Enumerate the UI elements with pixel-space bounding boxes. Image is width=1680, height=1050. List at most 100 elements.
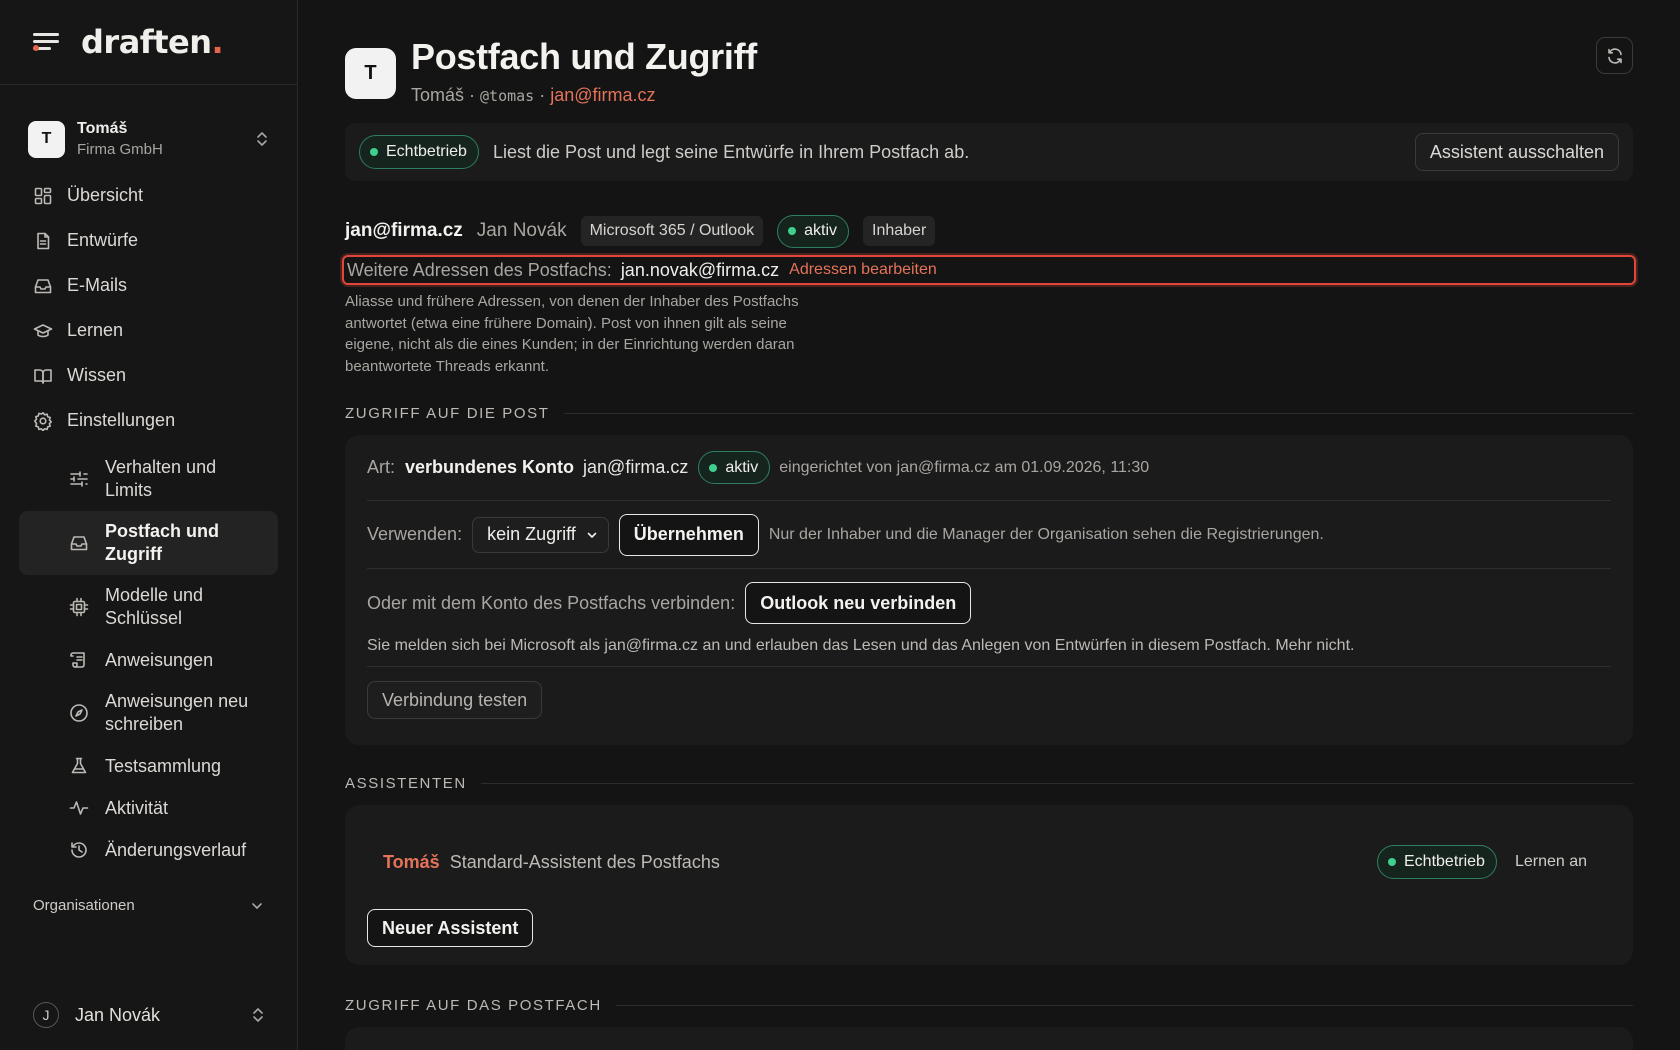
select-value: kein Zugriff (487, 524, 576, 544)
mailbox-summary: jan@firma.cz Jan Novák Microsoft 365 / O… (345, 214, 1633, 248)
sidebar-item-label: Übersicht (67, 185, 144, 205)
edit-addresses-link[interactable]: Adressen bearbeiten (789, 261, 937, 279)
additional-addresses-row: Weitere Adressen des Postfachs: jan.nova… (342, 255, 1636, 285)
settings-subnav: Verhalten und Limits Postfach und Zugrif… (0, 447, 297, 871)
section-heading-mailbox-access: ZUGRIFF AUF DAS POSTFACH (345, 995, 1633, 1015)
mail-access-card: Art: verbundenes Konto jan@firma.cz akti… (345, 435, 1633, 745)
banner-text: Liest die Post und legt seine Entwürfe i… (492, 141, 970, 162)
status-badge: aktiv (777, 214, 849, 248)
sidebar-item-testsammlung[interactable]: Testsammlung (19, 745, 278, 787)
new-assistant-button[interactable]: Neuer Assistent (367, 909, 534, 947)
list-item[interactable]: Tomáš Standard-Assistent des Postfachs E… (383, 845, 1587, 879)
refresh-button[interactable] (1596, 37, 1633, 74)
sidebar-item-verhalten[interactable]: Verhalten und Limits (19, 447, 278, 511)
sidebar-item-emails[interactable]: E-Mails (0, 263, 297, 308)
access-use-row: Verwenden: kein Zugriff Übernehmen Nur d… (367, 501, 1611, 569)
disable-assistant-button[interactable]: Assistent ausschalten (1414, 133, 1619, 171)
sliders-icon (69, 469, 89, 489)
page-subtitle: Tomáš · @tomas · jan@firma.cz (411, 85, 656, 106)
sidebar-item-postfach[interactable]: Postfach und Zugriff (19, 511, 278, 575)
status-badge: Echtbetrieb (359, 135, 479, 169)
assistant-email-link[interactable]: jan@firma.cz (550, 85, 655, 105)
assistants-card: Tomáš Standard-Assistent des Postfachs E… (345, 805, 1633, 965)
organisations-toggle[interactable]: Organisationen (0, 897, 297, 914)
page-title: Postfach und Zugriff (411, 36, 757, 77)
compass-icon (69, 703, 89, 723)
reconnect-outlook-button[interactable]: Outlook neu verbinden (745, 582, 972, 624)
train-link[interactable]: Lernen an (1515, 853, 1587, 871)
assistant-handle: @tomas (480, 87, 535, 105)
mailbox-email: jan@firma.cz (345, 220, 463, 241)
organisations-label: Organisationen (33, 897, 135, 914)
connect-row: Oder mit dem Konto des Postfachs verbind… (367, 569, 1611, 667)
chip-icon (69, 597, 89, 617)
assistant-name[interactable]: Tomáš (383, 852, 440, 873)
main-content: T Postfach und Zugriff Tomáš · @tomas · … (342, 0, 1636, 1050)
sidebar-item-label: Testsammlung (105, 755, 222, 776)
sidebar-item-einstellungen[interactable]: Einstellungen (0, 398, 297, 443)
sidebar-item-wissen[interactable]: Wissen (0, 353, 297, 398)
separator: · (464, 85, 481, 105)
status-banner: Echtbetrieb Liest die Post und legt sein… (345, 123, 1633, 181)
test-row: Verbindung testen (367, 667, 1611, 719)
app-logo[interactable]: draften. (81, 23, 224, 61)
connect-note: Sie melden sich bei Microsoft als jan@fi… (367, 637, 1355, 654)
sidebar-item-modelle[interactable]: Modelle und Schlüssel (19, 575, 278, 639)
workspace-avatar: T (28, 120, 65, 158)
inbox-icon (33, 276, 53, 296)
user-menu[interactable]: J Jan Novák (0, 1002, 298, 1028)
sidebar-item-aenderungsverlauf[interactable]: Änderungsverlauf (19, 829, 278, 871)
apply-button[interactable]: Übernehmen (618, 513, 759, 556)
workspace-switcher[interactable]: T Tomáš Firma GmbH (0, 115, 297, 163)
sidebar-nav: Übersicht Entwürfe E-Mails Lernen Wissen… (0, 173, 297, 871)
sidebar-item-label: Modelle und Schlüssel (105, 585, 204, 628)
sidebar-item-label: Anweisungen neu schreiben (105, 691, 249, 734)
sidebar-item-aktivitaet[interactable]: Aktivität (19, 787, 278, 829)
sidebar-item-anweisungen-neu[interactable]: Anweisungen neu schreiben (19, 681, 278, 745)
addresses-label: Weitere Adressen des Postfachs: (347, 259, 612, 280)
section-heading-assistants: ASSISTENTEN (345, 773, 1633, 793)
flask-icon (69, 756, 89, 776)
access-type-email: jan@firma.cz (583, 457, 689, 477)
sidebar-item-uebersicht[interactable]: Übersicht (0, 173, 297, 218)
user-name: Jan Novák (75, 1004, 161, 1025)
section-heading-mail-access: ZUGRIFF AUF DIE POST (345, 403, 1633, 423)
sidebar-item-lernen[interactable]: Lernen (0, 308, 297, 353)
history-icon (69, 840, 89, 860)
sidebar-item-entwuerfe[interactable]: Entwürfe (0, 218, 297, 263)
sidebar-item-label: E-Mails (67, 275, 128, 295)
test-connection-button[interactable]: Verbindung testen (367, 681, 543, 719)
addresses-help-text: Aliasse und frühere Adressen, von denen … (345, 293, 799, 375)
chevron-up-down-icon (255, 130, 269, 148)
sidebar-item-label: Verhalten und Limits (105, 457, 217, 500)
workspace-org: Firma GmbH (77, 141, 163, 158)
sidebar-item-label: Postfach und Zugriff (105, 521, 220, 564)
access-type-label: Art: (367, 457, 396, 477)
workspace-name: Tomáš (77, 120, 128, 137)
assistant-name: Tomáš (411, 85, 465, 105)
menu-icon[interactable] (33, 31, 59, 53)
access-select[interactable]: kein Zugriff (472, 516, 609, 553)
graduation-cap-icon (33, 321, 53, 341)
sidebar: draften. T Tomáš Firma GmbH Übersicht En… (0, 0, 298, 1050)
addresses-value: jan.novak@firma.cz (620, 259, 780, 280)
inbox-icon (69, 533, 89, 553)
mailbox-owner-name: Jan Novák (476, 220, 567, 241)
sidebar-item-label: Lernen (67, 320, 124, 340)
sidebar-item-anweisungen[interactable]: Anweisungen (19, 639, 278, 681)
use-note: Nur der Inhaber und die Manager der Orga… (768, 525, 1324, 543)
separator: · (534, 85, 551, 105)
page-header: T Postfach und Zugriff Tomáš · @tomas · … (345, 0, 1633, 120)
gear-icon (33, 411, 53, 431)
sidebar-item-label: Einstellungen (67, 410, 176, 430)
assistant-avatar: T (345, 48, 396, 99)
provider-badge: Microsoft 365 / Outlook (580, 216, 764, 246)
sidebar-header: draften. (0, 0, 297, 85)
access-type-row: Art: verbundenes Konto jan@firma.cz akti… (367, 435, 1611, 501)
chevron-down-icon (250, 899, 264, 913)
book-icon (33, 366, 53, 386)
avatar: J (33, 1002, 59, 1028)
activity-icon (69, 798, 89, 818)
status-badge: aktiv (698, 451, 771, 484)
grid-icon (33, 186, 53, 206)
